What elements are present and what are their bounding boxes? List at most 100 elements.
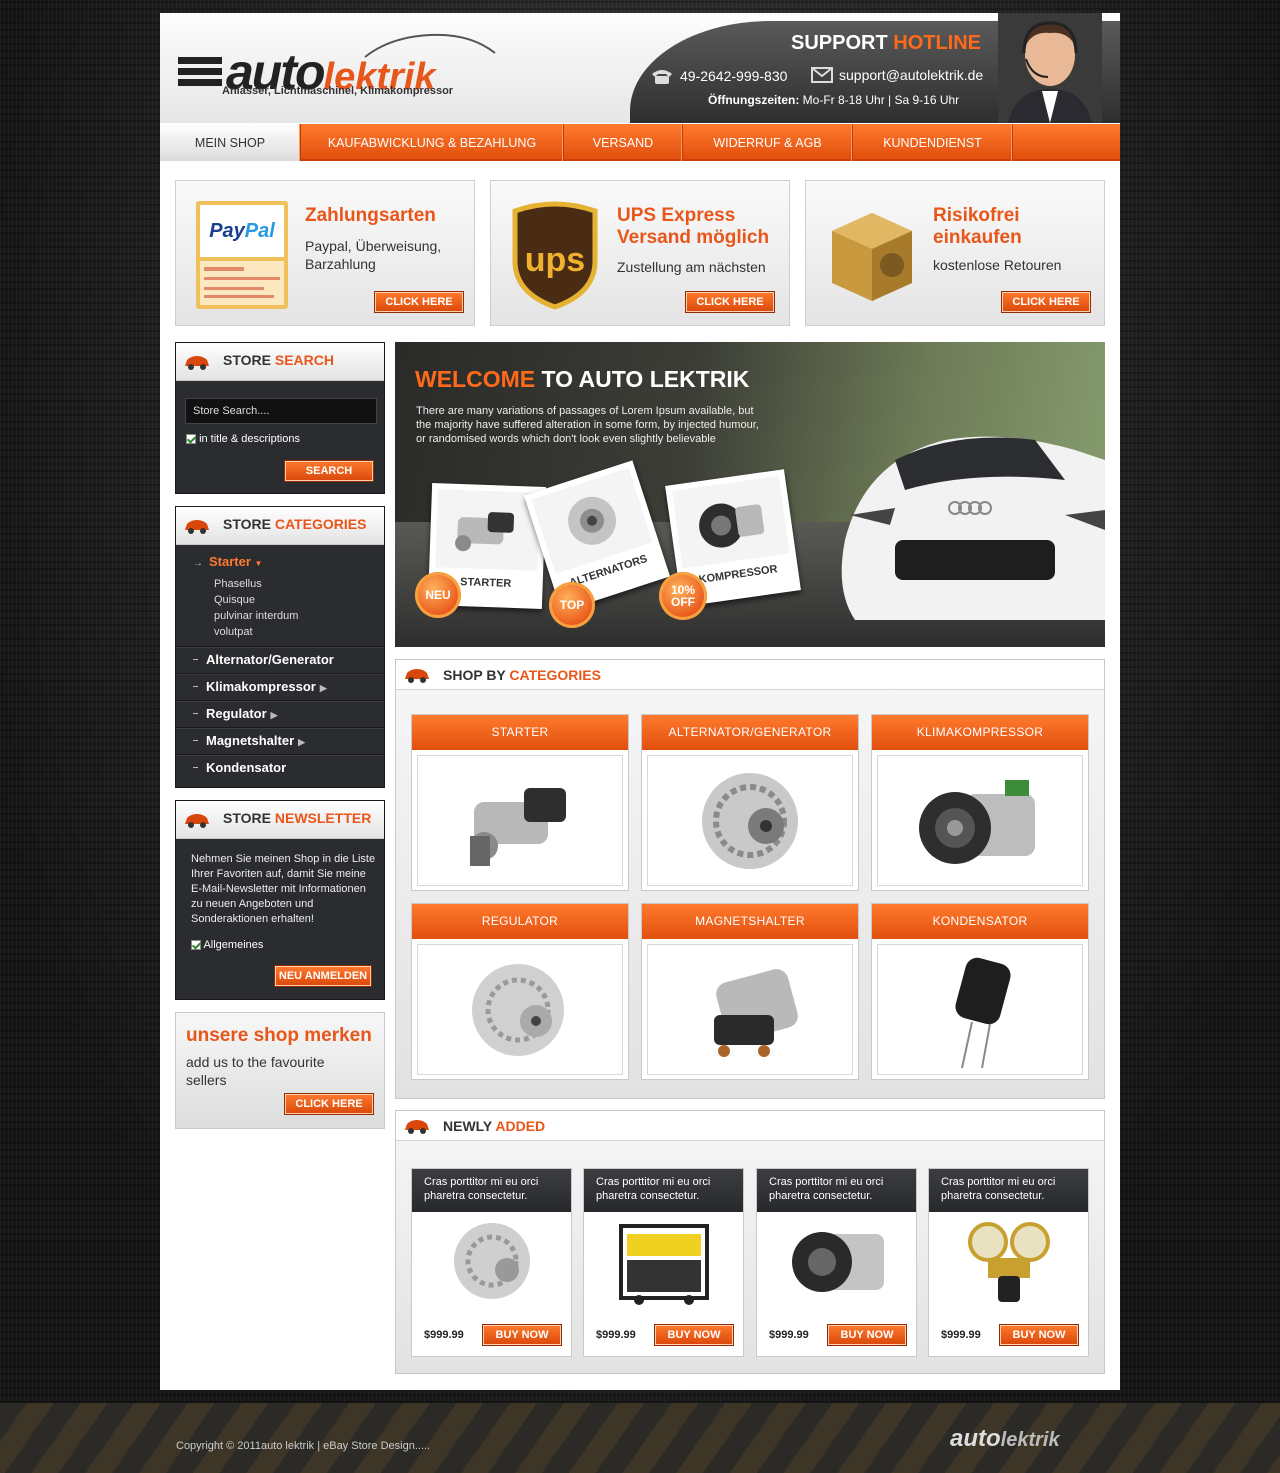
category-card-regulator[interactable]: REGULATOR bbox=[411, 903, 629, 1080]
header: autolektrik Anlasser, Lichtmaschinel, Kl… bbox=[160, 13, 1120, 123]
product-description: Cras porttitor mi eu orci pharetra conse… bbox=[757, 1169, 916, 1212]
nav-kaufabwicklung[interactable]: KAUFABWICKLUNG & BEZAHLUNG bbox=[301, 124, 564, 161]
email-address: support@autolektrik.de bbox=[839, 67, 984, 83]
product-description: Cras porttitor mi eu orci pharetra conse… bbox=[412, 1169, 571, 1212]
category-card-kondensator[interactable]: KONDENSATOR bbox=[871, 903, 1089, 1080]
product-price: $999.99 bbox=[769, 1329, 809, 1341]
checkbox[interactable] bbox=[186, 434, 196, 445]
product-card[interactable]: Cras porttitor mi eu orci pharetra conse… bbox=[411, 1168, 572, 1357]
category-card-alternator[interactable]: ALTERNATOR/GENERATOR bbox=[641, 714, 859, 891]
category-magnetshalter[interactable]: Magnetshalter ▶ bbox=[176, 727, 384, 754]
banner-title: WELCOME TO AUTO LEKTRIK bbox=[415, 366, 750, 392]
checkbox[interactable] bbox=[191, 940, 201, 951]
promo-click-button[interactable]: CLICK HERE bbox=[374, 291, 464, 313]
favourite-text: add us to the favourite sellers bbox=[186, 1054, 325, 1088]
main-nav: MEIN SHOP KAUFABWICKLUNG & BEZAHLUNG VER… bbox=[160, 124, 1120, 161]
category-klimakompressor[interactable]: Klimakompressor ▶ bbox=[176, 673, 384, 700]
alternator-image bbox=[647, 755, 853, 886]
car-icon bbox=[185, 520, 209, 534]
badge-top: TOP bbox=[549, 582, 595, 628]
svg-text:ups: ups bbox=[525, 241, 585, 279]
page-container: autolektrik Anlasser, Lichtmaschinel, Kl… bbox=[160, 13, 1120, 1390]
car-icon bbox=[185, 814, 209, 828]
starter-image bbox=[435, 489, 540, 571]
nav-versand[interactable]: VERSAND bbox=[564, 124, 683, 161]
promo-title: Zahlungsarten bbox=[305, 205, 436, 226]
welcome-banner: WELCOME TO AUTO LEKTRIK There are many v… bbox=[395, 342, 1105, 647]
paypal-icon: PayPal bbox=[196, 201, 288, 309]
store-categories-box: STORE CATEGORIES → Starter ▼ Phasellus Qu… bbox=[175, 506, 385, 788]
checkbox-label: in title & descriptions bbox=[199, 433, 300, 445]
category-alternator[interactable]: Alternator/Generator bbox=[176, 646, 384, 673]
promo-click-button[interactable]: CLICK HERE bbox=[1001, 291, 1091, 313]
buy-now-button[interactable]: BUY NOW bbox=[654, 1324, 734, 1346]
product-image-generator bbox=[584, 1212, 743, 1310]
tagline: Anlasser, Lichtmaschinel, Klimakompresso… bbox=[222, 85, 454, 97]
car-outline-icon bbox=[364, 33, 496, 58]
subcategory-item[interactable]: pulvinar interdum bbox=[214, 610, 298, 622]
car-icon bbox=[405, 669, 429, 683]
search-button[interactable]: SEARCH bbox=[284, 460, 374, 482]
mail-icon bbox=[811, 67, 833, 83]
category-card-starter[interactable]: STARTER bbox=[411, 714, 629, 891]
promo-text: Paypal, Überweisung, Barzahlung bbox=[305, 238, 442, 272]
nav-mein-shop[interactable]: MEIN SHOP bbox=[160, 124, 301, 161]
banner-text: There are many variations of passages of… bbox=[416, 405, 759, 445]
email[interactable]: support@autolektrik.de bbox=[811, 67, 983, 83]
nav-kundendienst[interactable]: KUNDENDIENST bbox=[853, 124, 1013, 161]
product-image-regulator bbox=[929, 1212, 1088, 1310]
product-card[interactable]: Cras porttitor mi eu orci pharetra conse… bbox=[583, 1168, 744, 1357]
subcategory-item[interactable]: Quisque bbox=[214, 594, 255, 606]
section-title: STORE SEARCH bbox=[223, 352, 334, 368]
product-card[interactable]: Cras porttitor mi eu orci pharetra conse… bbox=[756, 1168, 917, 1357]
store-categories-header: STORE CATEGORIES bbox=[176, 507, 384, 545]
search-input[interactable]: Store Search.... bbox=[185, 398, 377, 424]
car-icon bbox=[405, 1120, 429, 1134]
svg-text:PayPal: PayPal bbox=[209, 220, 275, 242]
product-image-compressor bbox=[757, 1212, 916, 1310]
newly-added-panel: NEWLY ADDED Cras porttitor mi eu orci ph… bbox=[395, 1110, 1105, 1374]
store-search-box: STORE SEARCH Store Search.... in title &… bbox=[175, 342, 385, 494]
buy-now-button[interactable]: BUY NOW bbox=[482, 1324, 562, 1346]
regulator-image bbox=[417, 944, 623, 1075]
promo-payment: PayPal Zahlungsarten Paypal, Überweisung… bbox=[175, 180, 475, 326]
category-card-magnetshalter[interactable]: MAGNETSHALTER bbox=[641, 903, 859, 1080]
phone[interactable]: 49-2642-999-830 bbox=[650, 67, 787, 85]
subcategory-item[interactable]: Phasellus bbox=[214, 578, 262, 590]
footer: Copyright © 2011auto lektrik | eBay Stor… bbox=[0, 1403, 1280, 1473]
newsletter-header: STORE NEWSLETTER bbox=[176, 801, 384, 839]
newsletter-option[interactable]: Allgemeines bbox=[191, 939, 263, 951]
promo-title: Risikofrei einkaufen bbox=[933, 205, 1022, 248]
store-search-header: STORE SEARCH bbox=[176, 343, 384, 381]
category-regulator[interactable]: Regulator ▶ bbox=[176, 700, 384, 727]
starter-image bbox=[417, 755, 623, 886]
promo-text: Zustellung am nächsten bbox=[617, 259, 766, 275]
product-price: $999.99 bbox=[596, 1329, 636, 1341]
favourite-click-button[interactable]: CLICK HERE bbox=[284, 1093, 374, 1115]
promo-click-button[interactable]: CLICK HERE bbox=[685, 291, 775, 313]
subscribe-button[interactable]: NEU ANMELDEN bbox=[274, 965, 372, 987]
badge-discount: 10% OFF bbox=[659, 572, 707, 620]
car-icon bbox=[185, 356, 209, 370]
shop-by-header: SHOP BY CATEGORIES bbox=[396, 660, 1104, 690]
product-description: Cras porttitor mi eu orci pharetra conse… bbox=[584, 1169, 743, 1212]
search-option[interactable]: in title & descriptions bbox=[186, 433, 300, 445]
favourite-box: unsere shop merken add us to the favouri… bbox=[175, 1012, 385, 1129]
category-kondensator[interactable]: Kondensator bbox=[176, 754, 384, 781]
buy-now-button[interactable]: BUY NOW bbox=[827, 1324, 907, 1346]
buy-now-button[interactable]: BUY NOW bbox=[999, 1324, 1079, 1346]
opening-hours: Öffnungszeiten: Mo-Fr 8-18 Uhr | Sa 9-16… bbox=[708, 93, 960, 107]
kondensator-image bbox=[877, 944, 1083, 1075]
phone-number: 49-2642-999-830 bbox=[680, 68, 788, 84]
product-card[interactable]: Cras porttitor mi eu orci pharetra conse… bbox=[928, 1168, 1089, 1357]
footer-logo[interactable]: autolektrik bbox=[950, 1425, 1060, 1453]
kompressor-image bbox=[671, 476, 790, 569]
subcategory-item[interactable]: volutpat bbox=[214, 626, 253, 638]
category-card-klimakompressor[interactable]: KLIMAKOMPRESSOR bbox=[871, 714, 1089, 891]
badge-neu: NEU bbox=[415, 572, 461, 618]
category-active[interactable]: → Starter ▼ bbox=[193, 554, 262, 569]
nav-widerruf-agb[interactable]: WIDERRUF & AGB bbox=[683, 124, 853, 161]
favourite-title: unsere shop merken bbox=[186, 1025, 372, 1046]
support-hotline: SUPPORT HOTLINE bbox=[791, 32, 982, 54]
product-price: $999.99 bbox=[941, 1329, 981, 1341]
